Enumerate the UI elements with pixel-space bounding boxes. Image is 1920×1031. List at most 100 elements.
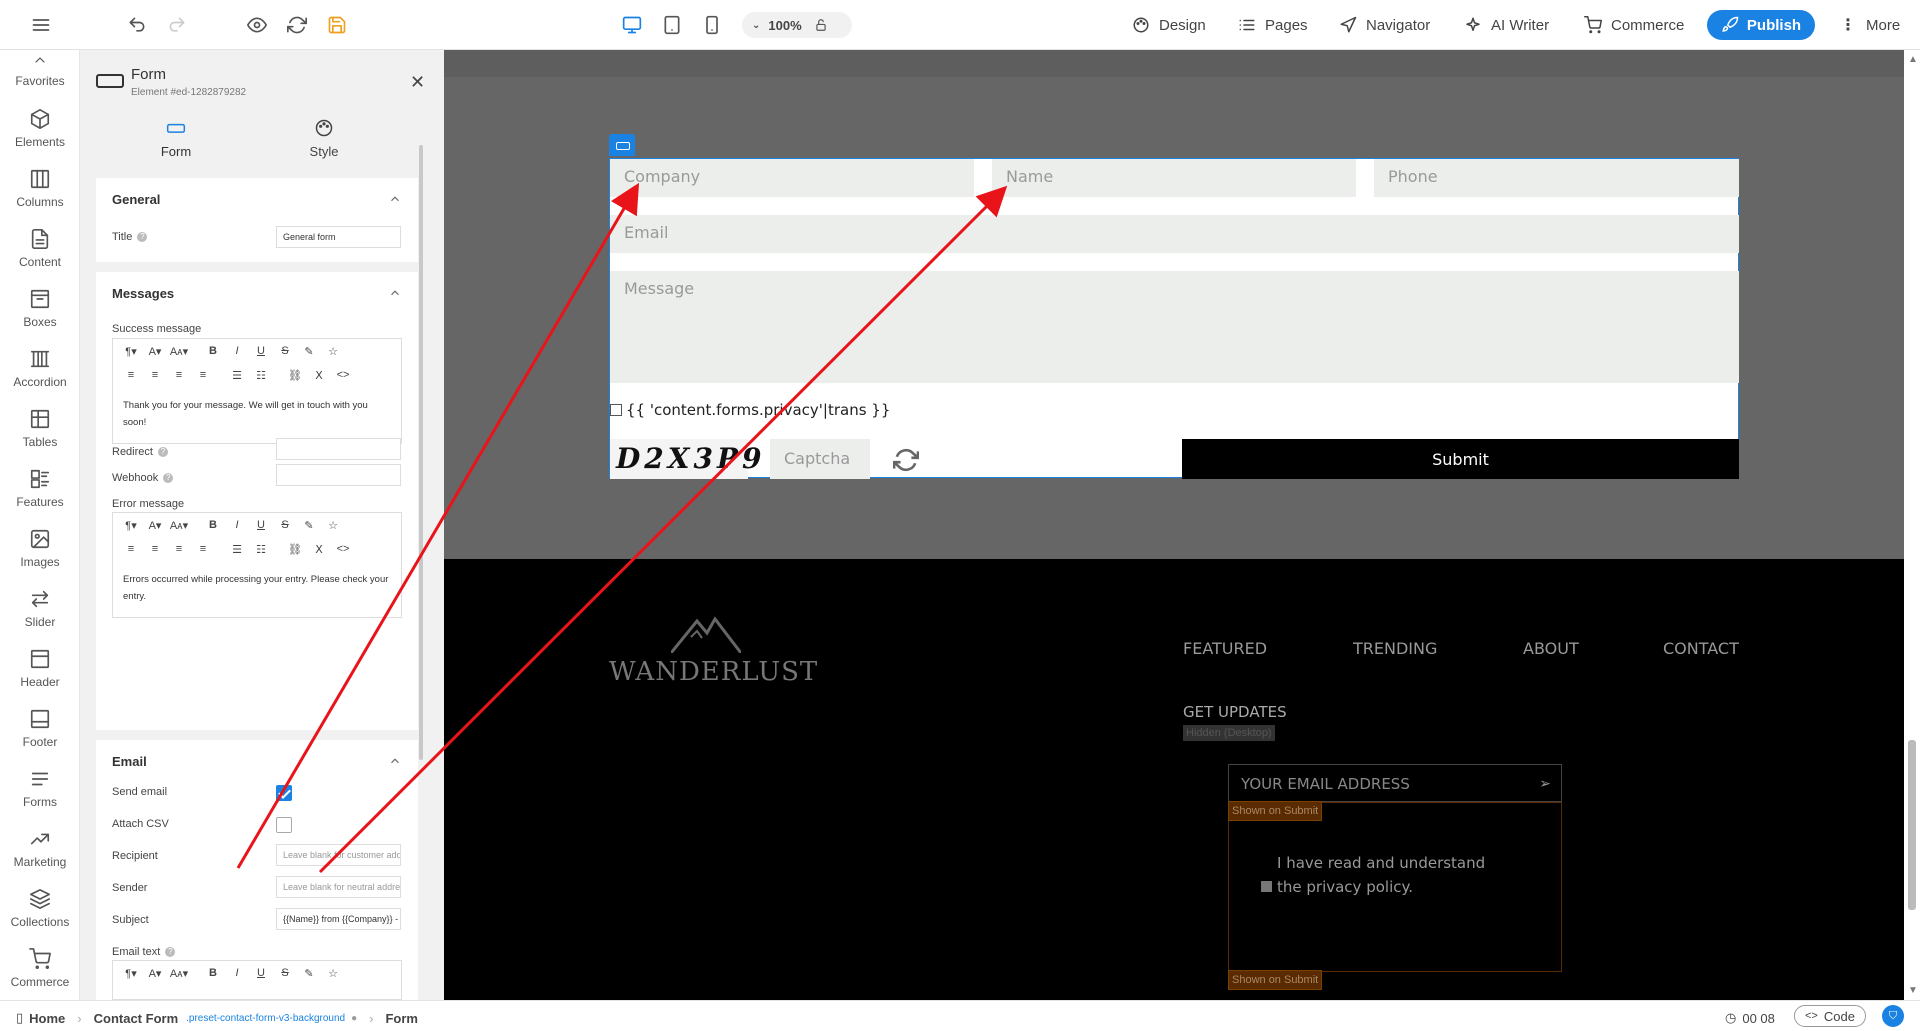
chevron-up-icon[interactable]	[388, 192, 402, 206]
chart-up-icon	[30, 833, 50, 845]
scroll-down-icon[interactable]: ▼	[1908, 985, 1918, 996]
panel-scrollbar[interactable]	[419, 145, 423, 760]
document-icon: ▯	[16, 1010, 24, 1025]
desktop-view-icon[interactable]	[620, 13, 644, 37]
rte-toolbar-row1[interactable]: ¶▾ A▾ Aᴀ▾ B I U S ✎ ☆	[113, 961, 401, 985]
form-selection-badge-icon[interactable]	[609, 134, 635, 156]
webhook-input[interactable]	[276, 464, 401, 486]
wanderlust-logo[interactable]: WANDERLUST	[609, 615, 817, 695]
sidebar-item-marketing[interactable]: Marketing	[0, 828, 80, 884]
footer-nav-contact[interactable]: CONTACT	[1663, 639, 1739, 658]
breadcrumb-page[interactable]: Contact Form	[94, 1011, 179, 1026]
tablet-view-icon[interactable]	[660, 13, 684, 37]
preview-eye-icon[interactable]	[245, 13, 269, 37]
title-input[interactable]: General form	[276, 226, 401, 248]
design-button[interactable]: Design	[1132, 0, 1206, 50]
email-field[interactable]: Email	[610, 215, 1739, 253]
pages-button[interactable]: Pages	[1238, 0, 1308, 50]
breadcrumb-home[interactable]: Home	[29, 1011, 65, 1026]
privacy-checkbox-row[interactable]: {{ 'content.forms.privacy'|trans }}	[610, 401, 890, 419]
zoom-selector[interactable]: ⌄ 100%	[742, 12, 852, 38]
footer-nav-about[interactable]: ABOUT	[1523, 639, 1579, 658]
close-icon[interactable]: ✕	[410, 72, 425, 93]
sidebar-item-footer[interactable]: Footer	[0, 708, 80, 764]
newsletter-email-input[interactable]: YOUR EMAIL ADDRESS ➢	[1228, 764, 1562, 802]
success-message-editor[interactable]: ¶▾ A▾ Aᴀ▾ B I U S ✎ ☆ ≡ ≡ ≡ ≡ ☰ ☷ ⛓ Ⅹ <> Thank you for y…	[112, 338, 402, 444]
send-icon[interactable]: ➢	[1539, 776, 1551, 792]
error-message-editor[interactable]: ¶▾ A▾ Aᴀ▾ B I U S ✎ ☆ ≡ ≡ ≡ ≡ ☰ ☷ ⛓ Ⅹ <> Errors occurred…	[112, 512, 402, 618]
rte-toolbar-row2[interactable]: ≡ ≡ ≡ ≡ ☰ ☷ ⛓ Ⅹ <>	[113, 363, 401, 387]
phone-field[interactable]: Phone	[1374, 159, 1739, 197]
success-message-text[interactable]: Thank you for your message. We will get …	[113, 387, 401, 443]
sidebar-item-slider[interactable]: Slider	[0, 588, 80, 644]
footer-icon	[30, 709, 50, 729]
sidebar-item-favorites[interactable]: Favorites	[0, 52, 80, 108]
sidebar-item-accordion[interactable]: Accordion	[0, 348, 80, 404]
sidebar-item-boxes[interactable]: Boxes	[0, 288, 80, 344]
privacy-agree-row[interactable]: I have read and understand the privacy p…	[1261, 851, 1497, 899]
company-field[interactable]: Company	[610, 159, 974, 197]
scroll-up-icon[interactable]: ▲	[1908, 54, 1918, 65]
footer-nav-trending[interactable]: TRENDING	[1353, 639, 1437, 658]
subject-label: Subject	[112, 914, 149, 926]
sidebar-item-commerce[interactable]: Commerce	[0, 948, 80, 1004]
footer-nav-featured[interactable]: FEATURED	[1183, 639, 1267, 658]
name-field[interactable]: Name	[992, 159, 1356, 197]
commerce-button[interactable]: Commerce	[1584, 0, 1684, 50]
attach-csv-checkbox[interactable]	[276, 817, 292, 833]
sidebar-item-features[interactable]: Features	[0, 468, 80, 524]
sidebar-item-tables[interactable]: Tables	[0, 408, 80, 464]
sidebar-item-forms[interactable]: Forms	[0, 768, 80, 824]
recipient-input[interactable]: Leave blank for customer address...	[276, 844, 401, 866]
sidebar-item-columns[interactable]: Columns	[0, 168, 80, 224]
email-title[interactable]: Email	[112, 754, 147, 769]
sidebar-item-header[interactable]: Header	[0, 648, 80, 704]
breadcrumb-preset[interactable]: .preset-contact-form-v3-background	[186, 1013, 345, 1024]
message-field[interactable]: Message	[610, 271, 1739, 383]
navigator-label: Navigator	[1366, 16, 1431, 34]
sidebar-item-content[interactable]: Content	[0, 228, 80, 284]
chevron-up-icon[interactable]	[388, 286, 402, 300]
canvas-scrollbar[interactable]: ▲ ▼	[1904, 50, 1920, 1000]
error-message-text[interactable]: Errors occurred while processing your en…	[113, 561, 401, 617]
contact-form[interactable]: Company Name Phone Email Message {{ 'con…	[609, 158, 1739, 479]
refresh-icon[interactable]	[285, 13, 309, 37]
save-icon[interactable]	[325, 13, 349, 37]
undo-icon[interactable]	[125, 13, 149, 37]
sidebar-item-collections[interactable]: Collections	[0, 888, 80, 944]
sender-input[interactable]: Leave blank for neutral address (noreply…	[276, 876, 401, 898]
breadcrumb-element[interactable]: Form	[385, 1011, 418, 1026]
chevron-up-icon[interactable]	[388, 754, 402, 768]
email-text-editor[interactable]: ¶▾ A▾ Aᴀ▾ B I U S ✎ ☆	[112, 960, 402, 1000]
sidebar-item-elements[interactable]: Elements	[0, 108, 80, 164]
shield-icon[interactable]: ⛉	[1882, 1005, 1904, 1027]
tab-form[interactable]: Form	[116, 118, 236, 159]
captcha-refresh-icon[interactable]	[892, 447, 920, 473]
mobile-view-icon[interactable]	[700, 13, 724, 37]
sidebar-item-images[interactable]: Images	[0, 528, 80, 584]
tab-style[interactable]: Style	[264, 118, 384, 159]
submit-button[interactable]: Submit	[1182, 439, 1739, 479]
captcha-input[interactable]: Captcha	[770, 439, 870, 479]
code-button[interactable]: <> Code	[1794, 1005, 1866, 1027]
lock-icon[interactable]	[814, 18, 828, 32]
shown-on-submit-tag: Shown on Submit	[1228, 801, 1323, 821]
rte-toolbar-row1[interactable]: ¶▾ A▾ Aᴀ▾ B I U S ✎ ☆	[113, 339, 401, 363]
subject-input[interactable]: {{Name}} from {{Company}} - Contact re	[276, 908, 401, 930]
agree-checkbox[interactable]	[1261, 881, 1272, 892]
privacy-checkbox[interactable]	[610, 404, 622, 416]
general-title[interactable]: General	[112, 192, 160, 207]
redirect-input[interactable]	[276, 438, 401, 460]
publish-button[interactable]: Publish	[1707, 10, 1815, 40]
send-email-checkbox[interactable]	[276, 785, 292, 801]
rte-toolbar-row1[interactable]: ¶▾ A▾ Aᴀ▾ B I U S ✎ ☆	[113, 513, 401, 537]
rte-toolbar-row2[interactable]: ≡ ≡ ≡ ≡ ☰ ☷ ⛓ Ⅹ <>	[113, 537, 401, 561]
scrollbar-thumb[interactable]	[1908, 740, 1916, 910]
sidebar-label: Slider	[24, 615, 56, 629]
messages-title[interactable]: Messages	[112, 286, 174, 301]
redo-icon[interactable]	[165, 13, 189, 37]
more-button[interactable]: ⋮ More	[1840, 0, 1900, 50]
hamburger-menu-icon[interactable]	[29, 13, 53, 37]
ai-writer-button[interactable]: AI Writer	[1464, 0, 1549, 50]
navigator-button[interactable]: Navigator	[1339, 0, 1430, 50]
